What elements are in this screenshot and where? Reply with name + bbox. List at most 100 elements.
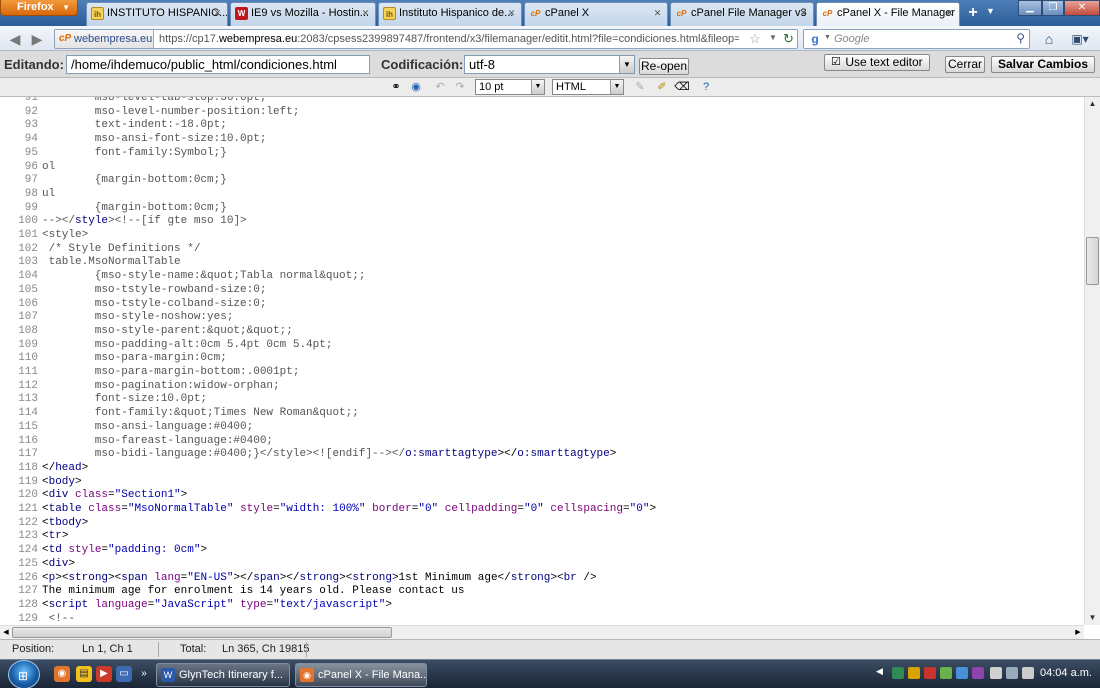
google-icon[interactable]: g: [807, 31, 823, 47]
save-changes-button[interactable]: Salvar Cambios: [991, 56, 1095, 73]
media-player-icon[interactable]: ▶: [96, 666, 112, 682]
search-icon[interactable]: ⚲: [1016, 31, 1025, 45]
horizontal-scroll-thumb[interactable]: [12, 627, 392, 638]
code-line[interactable]: 94 mso-ansi-font-size:10.0pt;: [0, 132, 1084, 146]
firefox-icon[interactable]: ◉: [54, 666, 70, 682]
tab-cpanel-x-file-manager[interactable]: cP cPanel X - File Manager ✕: [816, 2, 960, 26]
code-line[interactable]: 105 mso-tstyle-rowband-size:0;: [0, 283, 1084, 297]
code-line[interactable]: 126 <p><strong><span lang="EN-US"></span>…: [0, 571, 1084, 585]
code-line[interactable]: 109 mso-padding-alt:0cm 5.4pt 0cm 5.4pt;: [0, 338, 1084, 352]
close-icon[interactable]: ✕: [944, 8, 955, 19]
code-line[interactable]: 101 <style>: [0, 228, 1084, 242]
search-bar[interactable]: g ▼ Google ⚲: [803, 29, 1030, 49]
chevron-down-icon[interactable]: ▼: [619, 56, 634, 73]
clock[interactable]: 04:04 a.m.: [1040, 667, 1092, 679]
bookmark-star-icon[interactable]: ☆: [749, 31, 761, 47]
file-path-field[interactable]: /home/ihdemuco/public_html/condiciones.h…: [66, 55, 370, 74]
firefox-menu-button[interactable]: Firefox ▼: [0, 0, 78, 16]
tray-expand-icon[interactable]: ◀: [876, 666, 888, 678]
code-line[interactable]: 125 <div>: [0, 557, 1084, 571]
scroll-down-icon[interactable]: ▼: [1085, 611, 1100, 625]
tray-app-icon[interactable]: [990, 667, 1002, 679]
close-window-button[interactable]: ✕: [1064, 0, 1100, 16]
code-line[interactable]: 113 font-size:10.0pt;: [0, 392, 1084, 406]
code-line[interactable]: 103 table.MsoNormalTable: [0, 255, 1084, 269]
network-icon[interactable]: [1006, 667, 1018, 679]
bookmarks-menu-icon[interactable]: ▣▾: [1066, 29, 1094, 49]
url-history-chevron-icon[interactable]: ▼: [769, 33, 777, 42]
tab-instituto-hispanic[interactable]: ih INSTITUTO HISPANIC... ✕: [86, 2, 228, 26]
quick-launch-overflow-icon[interactable]: »: [136, 666, 152, 682]
tray-app-icon[interactable]: [940, 667, 952, 679]
tab-cpanel-file-manager-v3[interactable]: cP cPanel File Manager v3 ✕: [670, 2, 814, 26]
go-to-line-icon[interactable]: ◉: [408, 80, 424, 95]
tab-instituto-hispanico[interactable]: ih Instituto Hispanico de... ✕: [378, 2, 522, 26]
code-line[interactable]: 124 <td style="padding: 0cm">: [0, 543, 1084, 557]
minimize-window-button[interactable]: ▁: [1018, 0, 1042, 16]
code-line[interactable]: 104 {mso-style-name:&quot;Tabla normal&q…: [0, 269, 1084, 283]
redo-icon[interactable]: ↷: [452, 80, 468, 95]
encoding-select[interactable]: utf-8 ▼: [464, 55, 635, 74]
vertical-scroll-thumb[interactable]: [1086, 237, 1099, 285]
tray-app-icon[interactable]: [892, 667, 904, 679]
code-line[interactable]: 112 mso-pagination:widow-orphan;: [0, 379, 1084, 393]
forward-arrow-icon[interactable]: ▶: [28, 30, 46, 48]
code-editor[interactable]: 91 mso-level-tab-stop:36.0pt; 92 mso-leve…: [0, 97, 1084, 625]
code-line[interactable]: 117 mso-bidi-language:#0400;}</style><![…: [0, 447, 1084, 461]
url-bar[interactable]: cP webempresa.eu https://cp17.webempresa…: [54, 29, 798, 49]
new-tab-button[interactable]: +: [962, 3, 984, 25]
close-icon[interactable]: ✕: [798, 8, 809, 19]
code-line[interactable]: 111 mso-para-margin-bottom:.0001pt;: [0, 365, 1084, 379]
code-line[interactable]: 97 {margin-bottom:0cm;}: [0, 173, 1084, 187]
reload-icon[interactable]: ↻: [783, 31, 794, 47]
back-arrow-icon[interactable]: ◀: [6, 30, 24, 48]
scroll-up-icon[interactable]: ▲: [1085, 97, 1100, 111]
code-line[interactable]: 102 /* Style Definitions */: [0, 242, 1084, 256]
code-line[interactable]: 93 text-indent:-18.0pt;: [0, 118, 1084, 132]
code-line[interactable]: 128 <script language="JavaScript" type="t…: [0, 598, 1084, 612]
scroll-right-icon[interactable]: ▶: [1072, 626, 1084, 639]
start-button[interactable]: ⊞: [8, 660, 40, 688]
code-line[interactable]: 115 mso-ansi-language:#0400;: [0, 420, 1084, 434]
undo-icon[interactable]: ↶: [432, 80, 448, 95]
code-line[interactable]: 106 mso-tstyle-colband-size:0;: [0, 297, 1084, 311]
chevron-down-icon[interactable]: ▼: [610, 80, 623, 94]
code-line[interactable]: 122 <tbody>: [0, 516, 1084, 530]
font-size-select[interactable]: 10 pt ▼: [475, 79, 545, 95]
code-line[interactable]: 118 </head>: [0, 461, 1084, 475]
taskbar-button-glyntech[interactable]: W GlynTech Itinerary f...: [156, 663, 290, 687]
code-line[interactable]: 123 <tr>: [0, 529, 1084, 543]
code-line[interactable]: 99 {margin-bottom:0cm;}: [0, 201, 1084, 215]
code-line[interactable]: 100 --></style><!--[if gte mso 10]>: [0, 214, 1084, 228]
search-engine-chevron-icon[interactable]: ▼: [824, 34, 831, 41]
tray-app-icon[interactable]: [956, 667, 968, 679]
url-text[interactable]: https://cp17.webempresa.eu:2083/cpsess23…: [159, 30, 739, 48]
tab-ie9-vs-mozilla[interactable]: W IE9 vs Mozilla - Hostin... ✕: [230, 2, 376, 26]
code-line[interactable]: 114 font-family:&quot;Times New Roman&qu…: [0, 406, 1084, 420]
use-text-editor-button[interactable]: ☑ Use text editor: [824, 54, 930, 71]
code-line[interactable]: 107 mso-style-noshow:yes;: [0, 310, 1084, 324]
scroll-left-icon[interactable]: ◀: [0, 626, 12, 639]
tab-cpanel-x[interactable]: cP cPanel X ✕: [524, 2, 668, 26]
close-editor-button[interactable]: Cerrar: [945, 56, 985, 73]
chevron-down-icon[interactable]: ▼: [531, 80, 544, 94]
code-line[interactable]: 129 <!--: [0, 612, 1084, 625]
reset-highlight-icon[interactable]: ✐: [654, 80, 670, 95]
code-line[interactable]: 110 mso-para-margin:0cm;: [0, 351, 1084, 365]
restore-window-button[interactable]: ❐: [1042, 0, 1064, 16]
highlight-icon[interactable]: ✎: [632, 80, 648, 95]
syntax-select[interactable]: HTML ▼: [552, 79, 624, 95]
code-line[interactable]: 95 font-family:Symbol;}: [0, 146, 1084, 160]
tray-app-icon[interactable]: [908, 667, 920, 679]
reopen-button[interactable]: Re-open: [639, 58, 689, 75]
close-icon[interactable]: ✕: [360, 8, 371, 19]
code-line[interactable]: 120 <div class="Section1">: [0, 488, 1084, 502]
code-line[interactable]: 127 The minimum age for enrolment is 14 y…: [0, 584, 1084, 598]
find-binoculars-icon[interactable]: ⚭: [388, 80, 404, 95]
close-icon[interactable]: ✕: [652, 8, 663, 19]
site-identity-button[interactable]: cP webempresa.eu: [55, 30, 154, 48]
code-line[interactable]: 96 ol: [0, 160, 1084, 174]
code-line[interactable]: 121 <table class="MsoNormalTable" style="…: [0, 502, 1084, 516]
code-line[interactable]: 92 mso-level-number-position:left;: [0, 105, 1084, 119]
tray-app-icon[interactable]: [924, 667, 936, 679]
